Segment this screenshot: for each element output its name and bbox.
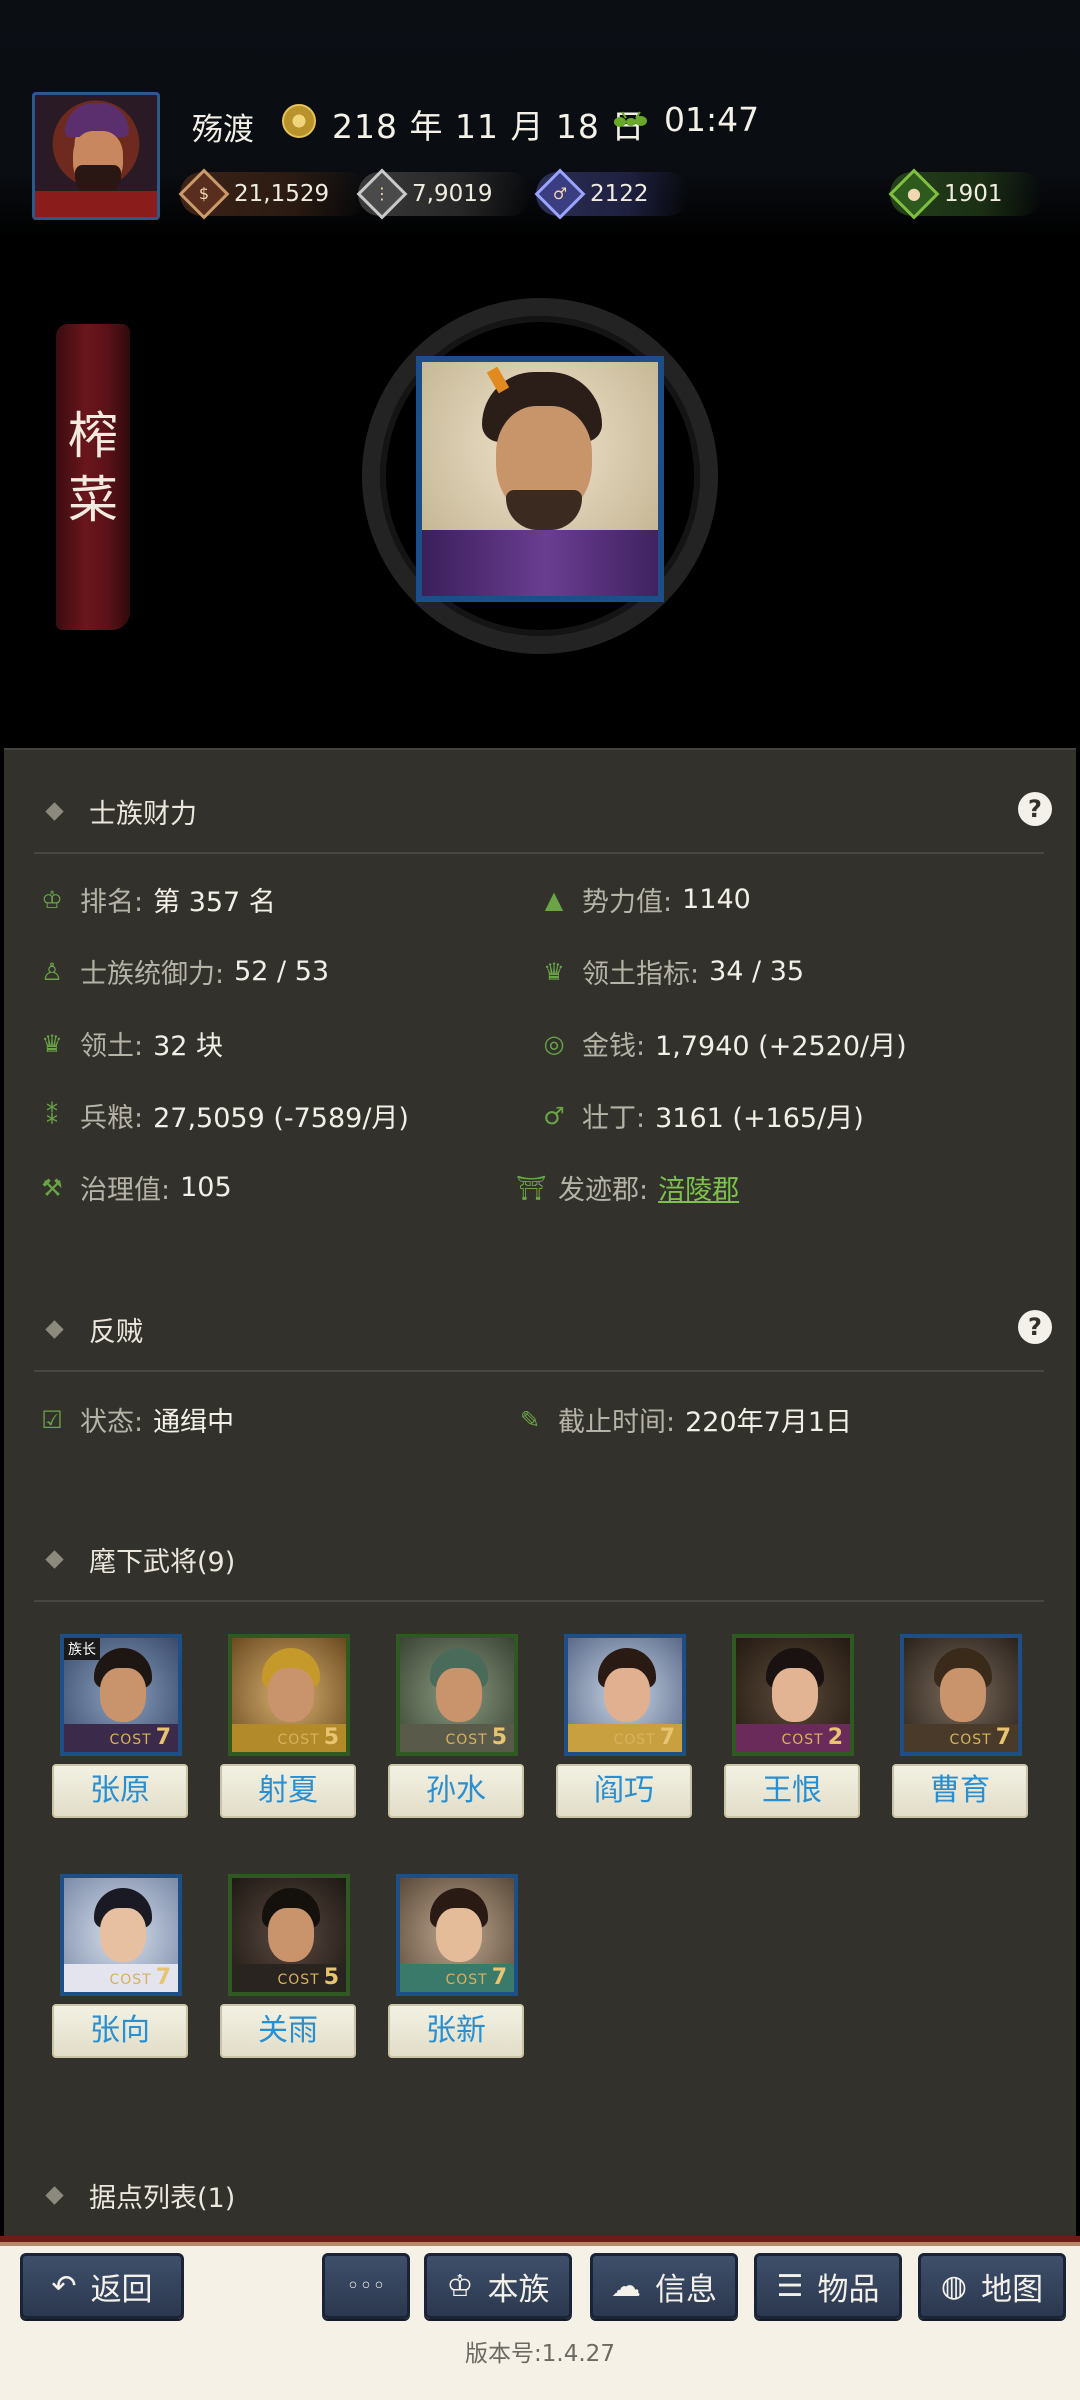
map-button[interactable]: ◍ 地图 (918, 2253, 1066, 2319)
gate-icon: ⛩ (516, 1173, 547, 1202)
stat-governance: ⚒ 治理值: 105 (38, 1168, 231, 1207)
coins-icon: ◎ (543, 1029, 565, 1058)
officer-portrait: COST 5 (228, 1874, 350, 1996)
officer-name[interactable]: 张原 (52, 1764, 188, 1818)
crown-icon: ♛ (543, 957, 565, 986)
divider (34, 1600, 1044, 1602)
officer-portrait: COST 5 (228, 1634, 350, 1756)
manpower-resource[interactable]: ♂ 2122 (534, 168, 689, 220)
game-date: 218 年 11 月 18 日 (332, 107, 646, 146)
money-resource[interactable]: $ 21,1529 (178, 168, 370, 220)
officer-cost: COST 7 (949, 1725, 1012, 1750)
officer-name[interactable]: 王恨 (724, 1764, 860, 1818)
stat-origin-commandery: ⛩ 发迹郡: 涪陵郡 (516, 1168, 739, 1207)
officer-name[interactable]: 关雨 (220, 2004, 356, 2058)
items-button[interactable]: ☰ 物品 (754, 2253, 902, 2319)
location-name: 殇渡 (192, 112, 254, 148)
diamond-bullet-icon (45, 802, 64, 821)
rebel-deadline: ✎ 截止时间: 220年7月1日 (516, 1400, 852, 1439)
crown-icon: ♛ (41, 1029, 63, 1058)
stat-rank: ♔ 排名: 第 357 名 (38, 880, 276, 919)
officer-cost: COST 2 (781, 1725, 844, 1750)
item-stack-icon: ☰ (776, 2268, 804, 2304)
officer-cost: COST 5 (445, 1725, 508, 1750)
seated-figure-icon: ♙ (41, 957, 63, 986)
section-header-rebel: 反贼 (42, 1310, 143, 1349)
stat-manpower: ♂ 壮丁: 3161 (+165/月) (540, 1096, 864, 1135)
officer-name[interactable]: 曹育 (892, 1764, 1028, 1818)
back-button[interactable]: ↶ 返回 (20, 2253, 184, 2319)
diamond-bullet-icon (45, 1550, 64, 1569)
info-button[interactable]: ☁ 信息 (590, 2253, 738, 2319)
hammer-icon: ⚒ (41, 1173, 63, 1202)
chat-bubble-icon: ☁ (611, 2268, 641, 2304)
officer-portrait: 族长 COST 7 (60, 1634, 182, 1756)
more-button[interactable]: ◦◦◦ (322, 2253, 410, 2319)
officer-cost: COST 5 (277, 1725, 340, 1750)
rank-icon: ♔ (41, 885, 63, 914)
brush-icon: ✎ (519, 1405, 541, 1434)
officer-cost: COST 5 (277, 1965, 340, 1990)
officer-cost: COST 7 (109, 1725, 172, 1750)
stat-money: ◎ 金钱: 1,7940 (+2520/月) (540, 1024, 907, 1063)
officer-portrait: COST 7 (564, 1634, 686, 1756)
officer-name[interactable]: 阎巧 (556, 1764, 692, 1818)
section-header-clan-wealth: 士族财力 (42, 792, 197, 831)
officer-portrait: COST 7 (396, 1874, 518, 1996)
stat-power: ▲ 势力值: 1140 (540, 880, 751, 919)
stat-territory-index: ♛ 领土指标: 34 / 35 (540, 952, 804, 991)
officer-name[interactable]: 孙水 (388, 1764, 524, 1818)
grain-icon: ⁑ (46, 1101, 58, 1130)
more-dots-icon: ◦◦◦ (346, 2273, 386, 2299)
game-clock: 01:47 (664, 100, 760, 139)
globe-icon: ◍ (940, 2268, 968, 2304)
officer-name[interactable]: 射夏 (220, 1764, 356, 1818)
version-label: 版本号:1.4.27 (465, 2341, 615, 2367)
section-header-strongholds[interactable]: 据点列表(1) (42, 2176, 235, 2215)
stat-control: ♙ 士族统御力: 52 / 53 (38, 952, 329, 991)
clan-button[interactable]: ♔ 本族 (424, 2253, 572, 2319)
player-avatar[interactable] (32, 92, 160, 220)
back-arrow-icon: ↶ (51, 2268, 77, 2304)
officer-portrait: COST 2 (732, 1634, 854, 1756)
stat-grain: ⁑ 兵粮: 27,5059 (-7589/月) (38, 1096, 409, 1135)
clan-banner-name: 榨菜 (68, 407, 118, 529)
officer-cost: COST 7 (445, 1965, 508, 1990)
bag-resource[interactable]: ● 1901 (888, 168, 1043, 220)
calendar-check-icon: ☑ (41, 1405, 63, 1434)
clan-icon: ♔ (446, 2268, 474, 2304)
stat-territory: ♛ 领土: 32 块 (38, 1024, 223, 1063)
ant-icon (614, 111, 647, 127)
section-header-officers: 麾下武将(9) (42, 1540, 235, 1579)
officer-portrait: COST 7 (900, 1634, 1022, 1756)
help-icon[interactable]: ? (1018, 1310, 1052, 1344)
clan-leader-tag: 族长 (64, 1638, 100, 1660)
officer-cost: COST 7 (109, 1965, 172, 1990)
clan-info-panel: 士族财力 ? ♔ 排名: 第 357 名 ▲ 势力值: 1140 ♙ 士族统御力… (4, 748, 1076, 2238)
divider (34, 1370, 1044, 1372)
origin-commandery-link[interactable]: 涪陵郡 (658, 1168, 739, 1207)
officer-name[interactable]: 张向 (52, 2004, 188, 2058)
mountain-icon: ▲ (544, 885, 564, 914)
date-seal-icon (282, 104, 316, 138)
officer-name[interactable]: 张新 (388, 2004, 524, 2058)
help-icon[interactable]: ? (1018, 792, 1052, 826)
divider (34, 852, 1044, 854)
clan-leader-portrait[interactable] (416, 356, 664, 602)
officer-portrait: COST 5 (396, 1634, 518, 1756)
diamond-bullet-icon (45, 2186, 64, 2205)
strongman-icon: ♂ (543, 1101, 565, 1130)
rebel-status: ☑ 状态: 通缉中 (38, 1400, 234, 1439)
diamond-bullet-icon (45, 1320, 64, 1339)
officer-cost: COST 7 (613, 1725, 676, 1750)
grain-resource[interactable]: ⋮ 7,9019 (356, 168, 533, 220)
officer-portrait: COST 7 (60, 1874, 182, 1996)
